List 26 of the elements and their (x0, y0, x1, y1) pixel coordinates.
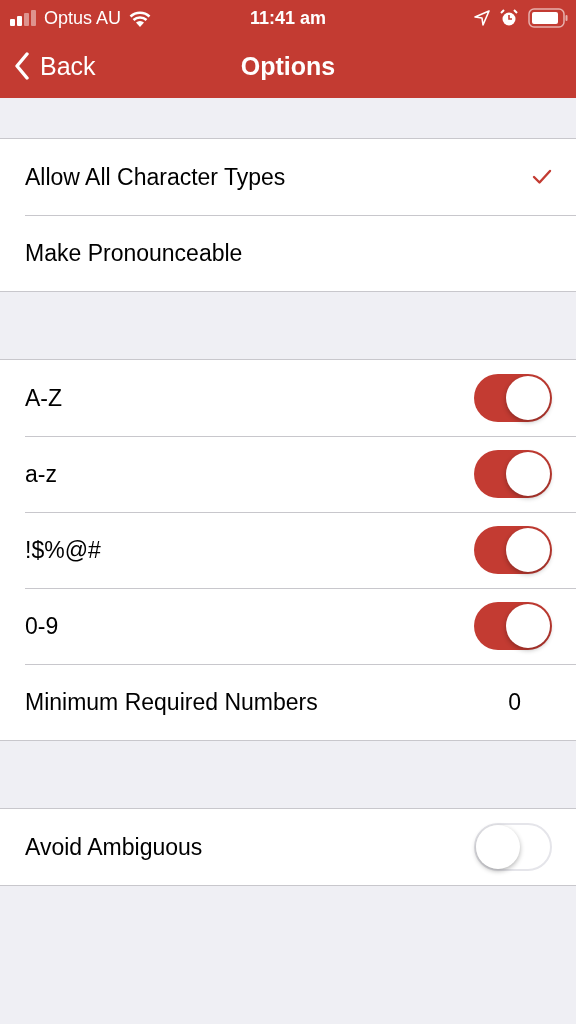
row-label: Minimum Required Numbers (25, 688, 318, 716)
settings-row[interactable]: Allow All Character Types (0, 139, 576, 215)
row-label: Make Pronounceable (25, 239, 243, 267)
screen-title: Options (240, 51, 336, 81)
settings-row[interactable]: Avoid Ambiguous (0, 809, 576, 885)
toggle-switch[interactable] (474, 374, 552, 422)
back-button[interactable]: Back (0, 51, 96, 81)
alarm-clock-icon (500, 9, 518, 27)
battery-icon (528, 8, 568, 28)
toggle-switch[interactable] (474, 823, 552, 871)
row-label: !$%@# (25, 536, 101, 564)
toggle-switch[interactable] (474, 602, 552, 650)
row-label: a-z (25, 460, 57, 488)
toggle-switch[interactable] (474, 526, 552, 574)
status-time: 11:41 am (249, 7, 327, 29)
location-arrow-icon (474, 10, 490, 26)
row-label: 0-9 (25, 612, 59, 640)
row-label: Avoid Ambiguous (25, 833, 203, 861)
row-label: Allow All Character Types (25, 163, 286, 191)
row-label: A-Z (25, 384, 63, 412)
wifi-icon (129, 9, 152, 27)
row-value: 0 (508, 688, 521, 716)
carrier-name: Optus AU (44, 7, 122, 29)
signal-icon (10, 10, 36, 26)
toggle-switch[interactable] (474, 450, 552, 498)
chevron-left-icon (14, 52, 30, 80)
